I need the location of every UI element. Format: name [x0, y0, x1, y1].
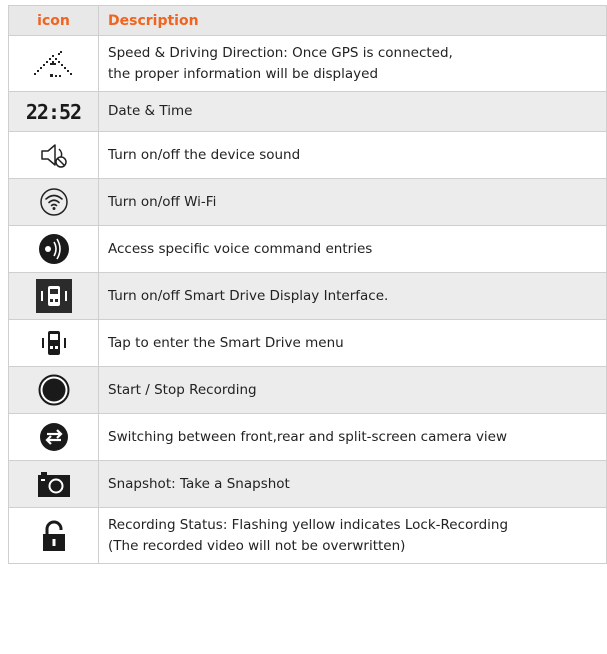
smart-drive-display-icon — [35, 279, 72, 313]
record-icon — [38, 374, 69, 406]
description-line: Tap to enter the Smart Drive menu — [108, 334, 344, 351]
description-line: Start / Stop Recording — [108, 381, 257, 398]
description-line: Turn on/off the device sound — [108, 146, 301, 163]
table-row: Turn on/off Smart Drive Display Interfac… — [8, 272, 607, 320]
description-line: Access specific voice command entries — [108, 240, 373, 257]
icon-reference-table: icon Description Speed & Driving Directi… — [8, 5, 607, 564]
table-row: Turn on/off the device sound — [8, 131, 607, 179]
table-row: Access specific voice command entries — [8, 225, 607, 273]
description-column-header: Description — [98, 5, 607, 36]
table-row: Speed & Driving Direction: Once GPS is c… — [8, 35, 607, 92]
table-row: Tap to enter the Smart Drive menu — [8, 319, 607, 367]
icon-column-header: icon — [8, 5, 99, 36]
switch-camera-icon — [39, 423, 68, 451]
lock-icon — [42, 520, 65, 551]
description-line: Recording Status: Flashing yellow indica… — [108, 516, 509, 533]
table-row: 22:52 Date & Time — [8, 91, 607, 132]
smart-drive-menu-icon — [41, 331, 66, 355]
speed-direction-icon — [33, 50, 72, 77]
table-row: Recording Status: Flashing yellow indica… — [8, 507, 607, 564]
voice-command-icon — [38, 234, 69, 264]
camera-icon — [37, 472, 70, 497]
description-line: Turn on/off Smart Drive Display Interfac… — [108, 287, 389, 304]
description-line: Speed & Driving Direction: Once GPS is c… — [108, 44, 453, 61]
table-row: Start / Stop Recording — [8, 366, 607, 414]
sound-off-icon — [40, 144, 67, 168]
description-line: (The recorded video will not be overwrit… — [108, 537, 406, 554]
table-header-row: icon Description — [8, 5, 607, 36]
description-line: the proper information will be displayed — [108, 65, 379, 82]
table-row: Snapshot: Take a Snapshot — [8, 460, 607, 508]
description-line: Snapshot: Take a Snapshot — [108, 475, 290, 492]
description-line: Turn on/off Wi-Fi — [108, 193, 217, 210]
description-line: Switching between front,rear and split-s… — [108, 428, 508, 445]
description-line: Date & Time — [108, 103, 193, 119]
table-row: Switching between front,rear and split-s… — [8, 413, 607, 461]
icon-reference-table-wrapper: icon Description Speed & Driving Directi… — [8, 5, 607, 564]
date-time-icon: 22:52 — [25, 99, 82, 124]
wifi-icon — [39, 188, 68, 216]
table-row: Turn on/off Wi-Fi — [8, 178, 607, 226]
